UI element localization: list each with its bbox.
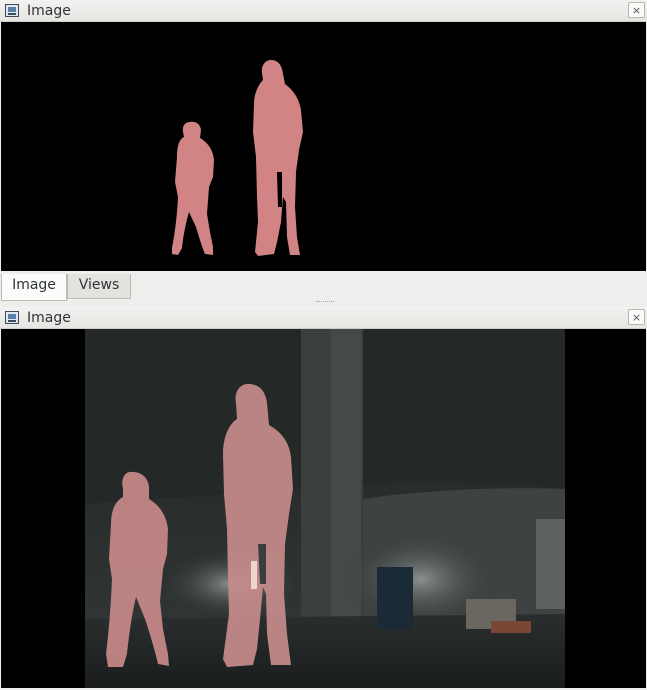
camera-overlay-image: [1, 329, 646, 688]
bottom-panel-close-button[interactable]: ×: [628, 309, 645, 325]
bottom-panel-title: Image: [27, 310, 71, 326]
top-panel-close-button[interactable]: ×: [628, 2, 645, 18]
image-window-icon: [5, 4, 19, 17]
splitter-handle[interactable]: [316, 301, 334, 304]
segmentation-mask-image: [1, 22, 646, 271]
tab-bar: Image Views: [0, 271, 647, 307]
bottom-panel-titlebar[interactable]: Image ×: [0, 307, 647, 329]
tab-image[interactable]: Image: [1, 274, 67, 301]
tab-views[interactable]: Views: [67, 274, 131, 299]
top-panel-title: Image: [27, 3, 71, 19]
camera-overlay-view[interactable]: [1, 329, 646, 688]
segmentation-mask-view[interactable]: [1, 22, 646, 271]
top-panel-titlebar[interactable]: Image ×: [0, 0, 647, 22]
image-window-icon: [5, 311, 19, 324]
